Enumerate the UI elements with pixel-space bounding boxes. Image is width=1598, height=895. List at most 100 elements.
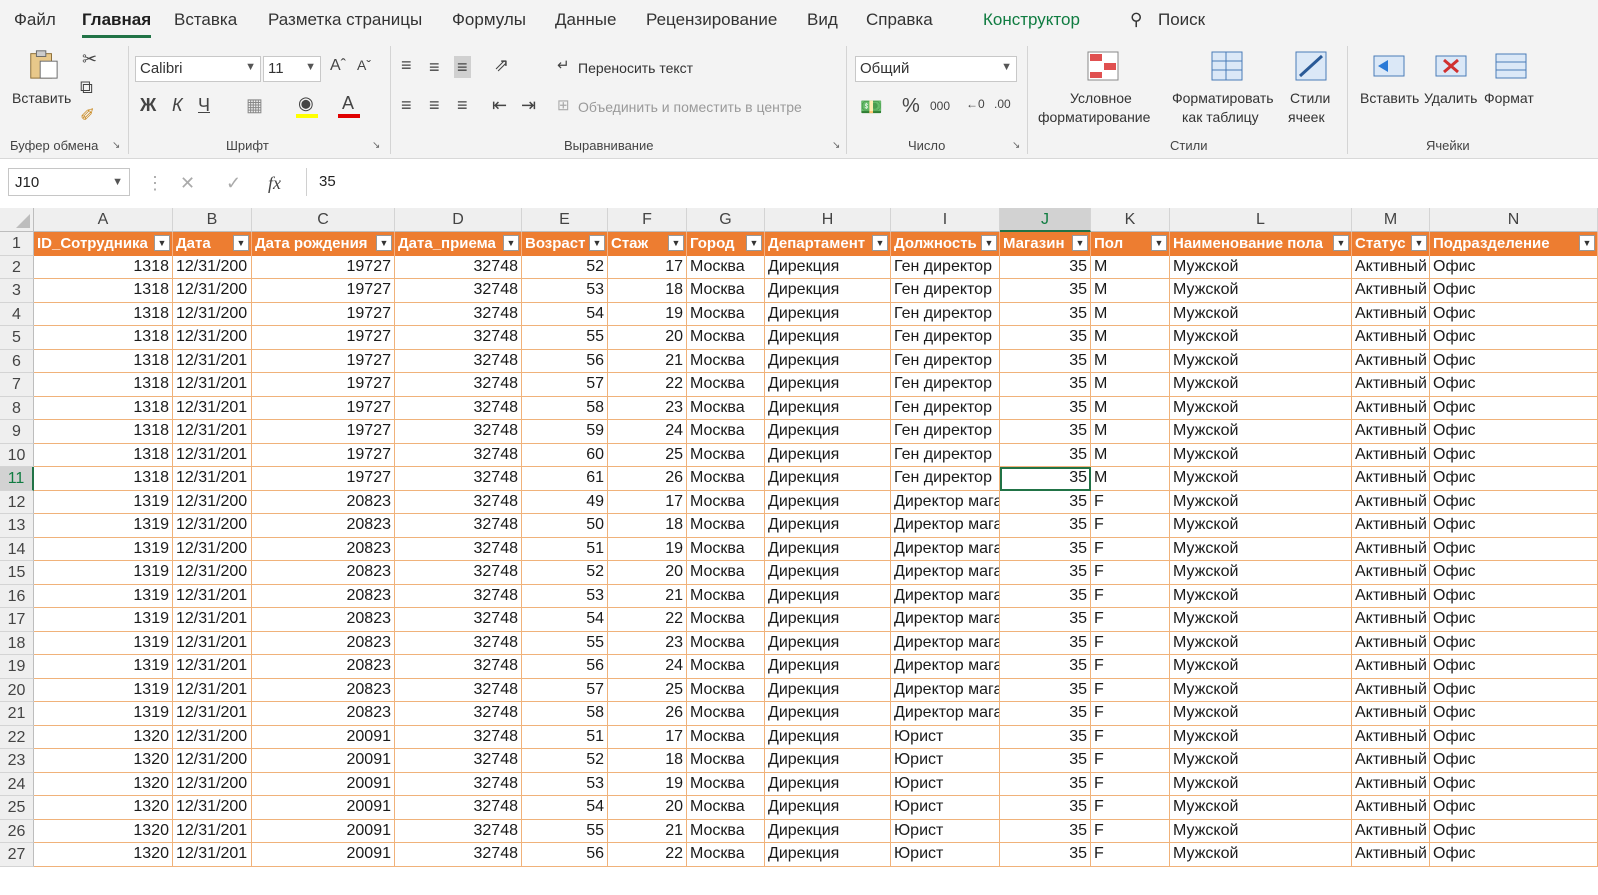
- table-cell[interactable]: 1320: [34, 772, 173, 796]
- table-cell[interactable]: 53: [522, 772, 608, 796]
- table-cell[interactable]: 35: [1000, 796, 1091, 820]
- table-cell[interactable]: Офис: [1430, 443, 1598, 467]
- table-cell[interactable]: Активный: [1352, 373, 1430, 397]
- table-cell[interactable]: Дирекция: [765, 561, 891, 585]
- row-header[interactable]: 22: [0, 725, 34, 749]
- table-cell[interactable]: Активный: [1352, 561, 1430, 585]
- column-header-g[interactable]: G: [687, 208, 765, 232]
- menu-view[interactable]: Вид: [807, 10, 838, 30]
- cell-styles-line2[interactable]: ячеек: [1288, 109, 1325, 125]
- table-cell[interactable]: 20823: [252, 537, 395, 561]
- table-cell[interactable]: 57: [522, 373, 608, 397]
- table-cell[interactable]: 24: [608, 420, 687, 444]
- table-cell[interactable]: Мужской: [1170, 725, 1352, 749]
- table-cell[interactable]: Офис: [1430, 584, 1598, 608]
- table-cell[interactable]: Активный: [1352, 772, 1430, 796]
- table-cell[interactable]: 20091: [252, 796, 395, 820]
- table-cell[interactable]: M: [1091, 373, 1170, 397]
- table-cell[interactable]: Активный: [1352, 749, 1430, 773]
- table-cell[interactable]: F: [1091, 796, 1170, 820]
- table-cell[interactable]: 32748: [395, 279, 522, 303]
- align-top-icon[interactable]: ≡: [401, 56, 412, 74]
- table-cell[interactable]: Офис: [1430, 749, 1598, 773]
- table-cell[interactable]: Офис: [1430, 255, 1598, 279]
- table-cell[interactable]: 12/31/200: [173, 725, 252, 749]
- table-cell[interactable]: Москва: [687, 396, 765, 420]
- table-cell[interactable]: 35: [1000, 514, 1091, 538]
- table-cell[interactable]: Активный: [1352, 678, 1430, 702]
- table-cell[interactable]: 26: [608, 702, 687, 726]
- merge-center-button[interactable]: Объединить и поместить в центре: [578, 99, 802, 115]
- menu-search[interactable]: Поиск: [1158, 10, 1205, 30]
- table-cell[interactable]: F: [1091, 514, 1170, 538]
- table-cell[interactable]: 1319: [34, 655, 173, 679]
- table-cell[interactable]: 55: [522, 631, 608, 655]
- table-cell[interactable]: Юрист: [891, 772, 1000, 796]
- table-cell[interactable]: 20: [608, 796, 687, 820]
- table-cell[interactable]: Дирекция: [765, 467, 891, 491]
- table-cell[interactable]: Активный: [1352, 279, 1430, 303]
- table-cell[interactable]: Активный: [1352, 326, 1430, 350]
- table-cell[interactable]: 54: [522, 796, 608, 820]
- table-cell[interactable]: Дирекция: [765, 819, 891, 843]
- table-cell[interactable]: Мужской: [1170, 772, 1352, 796]
- table-cell[interactable]: Офис: [1430, 843, 1598, 867]
- table-cell[interactable]: F: [1091, 608, 1170, 632]
- table-cell[interactable]: Мужской: [1170, 490, 1352, 514]
- table-header-cell[interactable]: Магазин ▼: [1000, 232, 1091, 256]
- table-cell[interactable]: 35: [1000, 490, 1091, 514]
- table-cell[interactable]: 21: [608, 349, 687, 373]
- select-all-button[interactable]: [0, 208, 34, 232]
- table-cell[interactable]: Офис: [1430, 561, 1598, 585]
- table-cell[interactable]: 32748: [395, 420, 522, 444]
- delete-cells-button[interactable]: Удалить: [1424, 90, 1477, 106]
- table-cell[interactable]: 51: [522, 725, 608, 749]
- cell-styles-icon[interactable]: [1294, 50, 1328, 82]
- table-cell[interactable]: Мужской: [1170, 514, 1352, 538]
- table-cell[interactable]: 12/31/200: [173, 326, 252, 350]
- table-cell[interactable]: 20091: [252, 749, 395, 773]
- table-cell[interactable]: Офис: [1430, 796, 1598, 820]
- table-cell[interactable]: 35: [1000, 749, 1091, 773]
- table-cell[interactable]: Мужской: [1170, 749, 1352, 773]
- table-header-cell[interactable]: Должность ▼: [891, 232, 1000, 256]
- table-cell[interactable]: 35: [1000, 678, 1091, 702]
- table-cell[interactable]: 1319: [34, 490, 173, 514]
- table-cell[interactable]: 21: [608, 584, 687, 608]
- table-cell[interactable]: Офис: [1430, 631, 1598, 655]
- table-cell[interactable]: Активный: [1352, 608, 1430, 632]
- table-cell[interactable]: Офис: [1430, 655, 1598, 679]
- table-cell[interactable]: Активный: [1352, 467, 1430, 491]
- borders-icon[interactable]: ▦: [246, 96, 263, 114]
- table-cell[interactable]: Москва: [687, 843, 765, 867]
- alignment-launcher-icon[interactable]: ↘: [832, 140, 840, 151]
- font-launcher-icon[interactable]: ↘: [372, 140, 380, 151]
- row-header[interactable]: 1: [0, 232, 34, 256]
- table-cell[interactable]: Директор мага: [891, 584, 1000, 608]
- table-header-cell[interactable]: Стаж ▼: [608, 232, 687, 256]
- table-cell[interactable]: F: [1091, 631, 1170, 655]
- column-header-j[interactable]: J: [1000, 208, 1091, 232]
- table-cell[interactable]: Активный: [1352, 843, 1430, 867]
- table-cell[interactable]: 32748: [395, 796, 522, 820]
- table-header-cell[interactable]: Статус ▼: [1352, 232, 1430, 256]
- table-cell[interactable]: Офис: [1430, 537, 1598, 561]
- table-cell[interactable]: Дирекция: [765, 725, 891, 749]
- row-header[interactable]: 26: [0, 819, 34, 843]
- table-cell[interactable]: 32748: [395, 490, 522, 514]
- table-cell[interactable]: 32748: [395, 655, 522, 679]
- table-cell[interactable]: Москва: [687, 561, 765, 585]
- table-cell[interactable]: Офис: [1430, 279, 1598, 303]
- table-cell[interactable]: Активный: [1352, 490, 1430, 514]
- table-cell[interactable]: F: [1091, 843, 1170, 867]
- table-cell[interactable]: 1318: [34, 443, 173, 467]
- table-cell[interactable]: Активный: [1352, 725, 1430, 749]
- table-cell[interactable]: Ген директор: [891, 279, 1000, 303]
- table-cell[interactable]: Активный: [1352, 796, 1430, 820]
- table-cell[interactable]: Юрист: [891, 749, 1000, 773]
- table-cell[interactable]: Мужской: [1170, 843, 1352, 867]
- table-cell[interactable]: 19727: [252, 443, 395, 467]
- table-cell[interactable]: F: [1091, 702, 1170, 726]
- table-cell[interactable]: Москва: [687, 443, 765, 467]
- table-cell[interactable]: F: [1091, 772, 1170, 796]
